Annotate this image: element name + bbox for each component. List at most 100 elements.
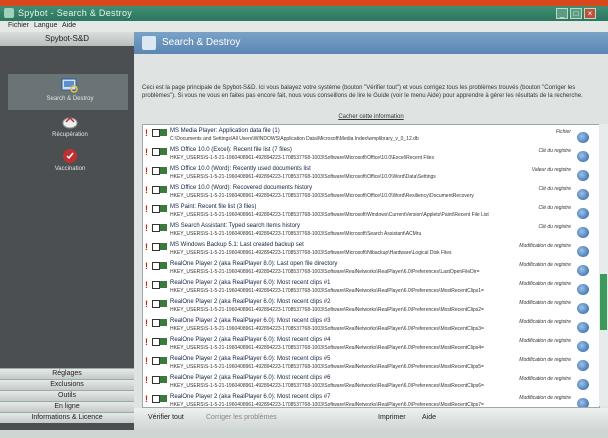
- result-checkbox[interactable]: [152, 243, 160, 251]
- result-title: RealOne Player 2 (aka RealPlayer 6.0): M…: [170, 375, 331, 381]
- threat-type-icon: [160, 186, 167, 193]
- result-checkbox[interactable]: [152, 357, 160, 365]
- result-checkbox[interactable]: [152, 338, 160, 346]
- sidebar-item-info-license[interactable]: Informations & Licence: [0, 412, 134, 423]
- sidebar-item-search-destroy[interactable]: Search & Destroy: [40, 78, 100, 102]
- warning-icon: !: [145, 261, 148, 271]
- bottom-toolbar: Vérifier tout Corriger les problèmes Imp…: [134, 408, 608, 430]
- result-checkbox[interactable]: [152, 186, 160, 194]
- result-checkbox[interactable]: [152, 376, 160, 384]
- result-kind: Modification de registre: [519, 281, 571, 287]
- globe-icon[interactable]: [577, 151, 589, 162]
- result-path: HKEY_USERS\S-1-5-21-1960408961-492894223…: [170, 250, 452, 256]
- page-title: Search & Destroy: [162, 37, 241, 48]
- print-button[interactable]: Imprimer: [378, 414, 406, 421]
- result-title: RealOne Player 2 (aka RealPlayer 6.0): M…: [170, 318, 331, 324]
- globe-icon[interactable]: [577, 170, 589, 181]
- result-title: RealOne Player 2 (aka RealPlayer 6.0): M…: [170, 394, 331, 400]
- globe-icon[interactable]: [577, 246, 589, 257]
- warning-icon: !: [145, 280, 148, 290]
- result-checkbox[interactable]: [152, 281, 160, 289]
- menu-file[interactable]: Fichier: [8, 22, 29, 29]
- app-icon: [4, 8, 14, 18]
- sidebar-item-exclusions[interactable]: Exclusions: [0, 379, 134, 390]
- threat-type-icon: [160, 224, 167, 231]
- warning-icon: !: [145, 223, 148, 233]
- globe-icon[interactable]: [577, 208, 589, 219]
- immunize-icon: [63, 149, 77, 163]
- warning-icon: !: [145, 299, 148, 309]
- search-destroy-header-icon: [142, 36, 156, 50]
- result-path: HKEY_USERS\S-1-5-21-1960408961-492894223…: [170, 193, 474, 199]
- result-kind: Clé du registre: [538, 186, 571, 192]
- result-path: HKEY_USERS\S-1-5-21-1960408961-492894223…: [170, 269, 480, 275]
- sidebar-item-immunize[interactable]: Vaccination: [40, 148, 100, 172]
- result-checkbox[interactable]: [152, 395, 160, 403]
- globe-icon[interactable]: [577, 360, 589, 371]
- globe-icon[interactable]: [577, 303, 589, 314]
- result-title: MS Office 10.0 (Word): Recovered documen…: [170, 185, 313, 191]
- globe-icon[interactable]: [577, 398, 589, 407]
- result-path: HKEY_USERS\S-1-5-21-1960408961-492894223…: [170, 364, 484, 370]
- result-checkbox[interactable]: [152, 224, 160, 232]
- status-bar: [0, 430, 608, 438]
- threat-type-icon: [160, 205, 167, 212]
- search-destroy-icon: [61, 78, 78, 93]
- globe-icon[interactable]: [577, 284, 589, 295]
- result-kind: Modification de registre: [519, 376, 571, 382]
- globe-icon[interactable]: [577, 189, 589, 200]
- globe-icon[interactable]: [577, 227, 589, 238]
- threat-type-icon: [160, 395, 167, 402]
- result-path: HKEY_USERS\S-1-5-21-1960408961-492894223…: [170, 383, 484, 389]
- result-kind: Clé du registre: [538, 224, 571, 230]
- result-title: MS Office 10.0 (Excel): Recent file list…: [170, 147, 292, 153]
- globe-icon[interactable]: [577, 341, 589, 352]
- result-kind: Modification de registre: [519, 395, 571, 401]
- check-all-button[interactable]: Vérifier tout: [148, 414, 184, 421]
- result-title: MS Search Assistant: Typed search items …: [170, 223, 300, 229]
- result-title: RealOne Player 2 (aka RealPlayer 6.0): M…: [170, 299, 331, 305]
- minimize-button[interactable]: _: [556, 8, 568, 19]
- warning-icon: !: [145, 356, 148, 366]
- threat-type-icon: [160, 338, 167, 345]
- result-title: RealOne Player 2 (aka RealPlayer 6.0): M…: [170, 337, 331, 343]
- result-checkbox[interactable]: [152, 300, 160, 308]
- sidebar-item-recovery[interactable]: Récupération: [40, 114, 100, 138]
- sidebar-item-settings[interactable]: Réglages: [0, 368, 134, 379]
- sidebar-header: Spybot-S&D: [0, 32, 134, 46]
- sidebar-item-tools[interactable]: Outils: [0, 390, 134, 401]
- result-checkbox[interactable]: [152, 319, 160, 327]
- threat-type-icon: [160, 262, 167, 269]
- result-path: C:\Documents and Settings\All Users\WIND…: [170, 136, 419, 142]
- help-button[interactable]: Aide: [422, 414, 436, 421]
- maximize-button[interactable]: □: [570, 8, 582, 19]
- result-path: HKEY_USERS\S-1-5-21-1960408961-492894223…: [170, 345, 484, 351]
- result-checkbox[interactable]: [152, 148, 160, 156]
- warning-icon: !: [145, 128, 148, 138]
- result-checkbox[interactable]: [152, 167, 160, 175]
- globe-icon[interactable]: [577, 265, 589, 276]
- menu-help[interactable]: Aide: [62, 22, 76, 29]
- globe-icon[interactable]: [577, 132, 589, 143]
- results-list: ! MS Media Player: Application data file …: [142, 124, 600, 408]
- close-button[interactable]: ×: [584, 8, 596, 19]
- fix-problems-button[interactable]: Corriger les problèmes: [206, 414, 277, 421]
- threat-type-icon: [160, 148, 167, 155]
- globe-icon[interactable]: [577, 379, 589, 390]
- result-checkbox[interactable]: [152, 129, 160, 137]
- globe-icon[interactable]: [577, 322, 589, 333]
- scrollbar-thumb[interactable]: [600, 274, 607, 330]
- result-path: HKEY_USERS\S-1-5-21-1960408961-492894223…: [170, 307, 484, 313]
- results-scrollbar[interactable]: [599, 124, 608, 406]
- threat-type-icon: [160, 300, 167, 307]
- result-checkbox[interactable]: [152, 205, 160, 213]
- sidebar-item-online[interactable]: En ligne: [0, 401, 134, 412]
- hide-info-link[interactable]: Cacher cette information: [134, 114, 608, 120]
- recovery-icon: [62, 116, 78, 129]
- sidebar: Spybot-S&D Search & Destroy Récupération…: [0, 32, 134, 430]
- result-checkbox[interactable]: [152, 262, 160, 270]
- menu-language[interactable]: Langue: [34, 22, 57, 29]
- result-title: RealOne Player 2 (aka RealPlayer 6.0): M…: [170, 280, 331, 286]
- result-row[interactable]: ! RealOne Player 2 (aka RealPlayer 6.0): …: [143, 393, 593, 407]
- threat-type-icon: [160, 281, 167, 288]
